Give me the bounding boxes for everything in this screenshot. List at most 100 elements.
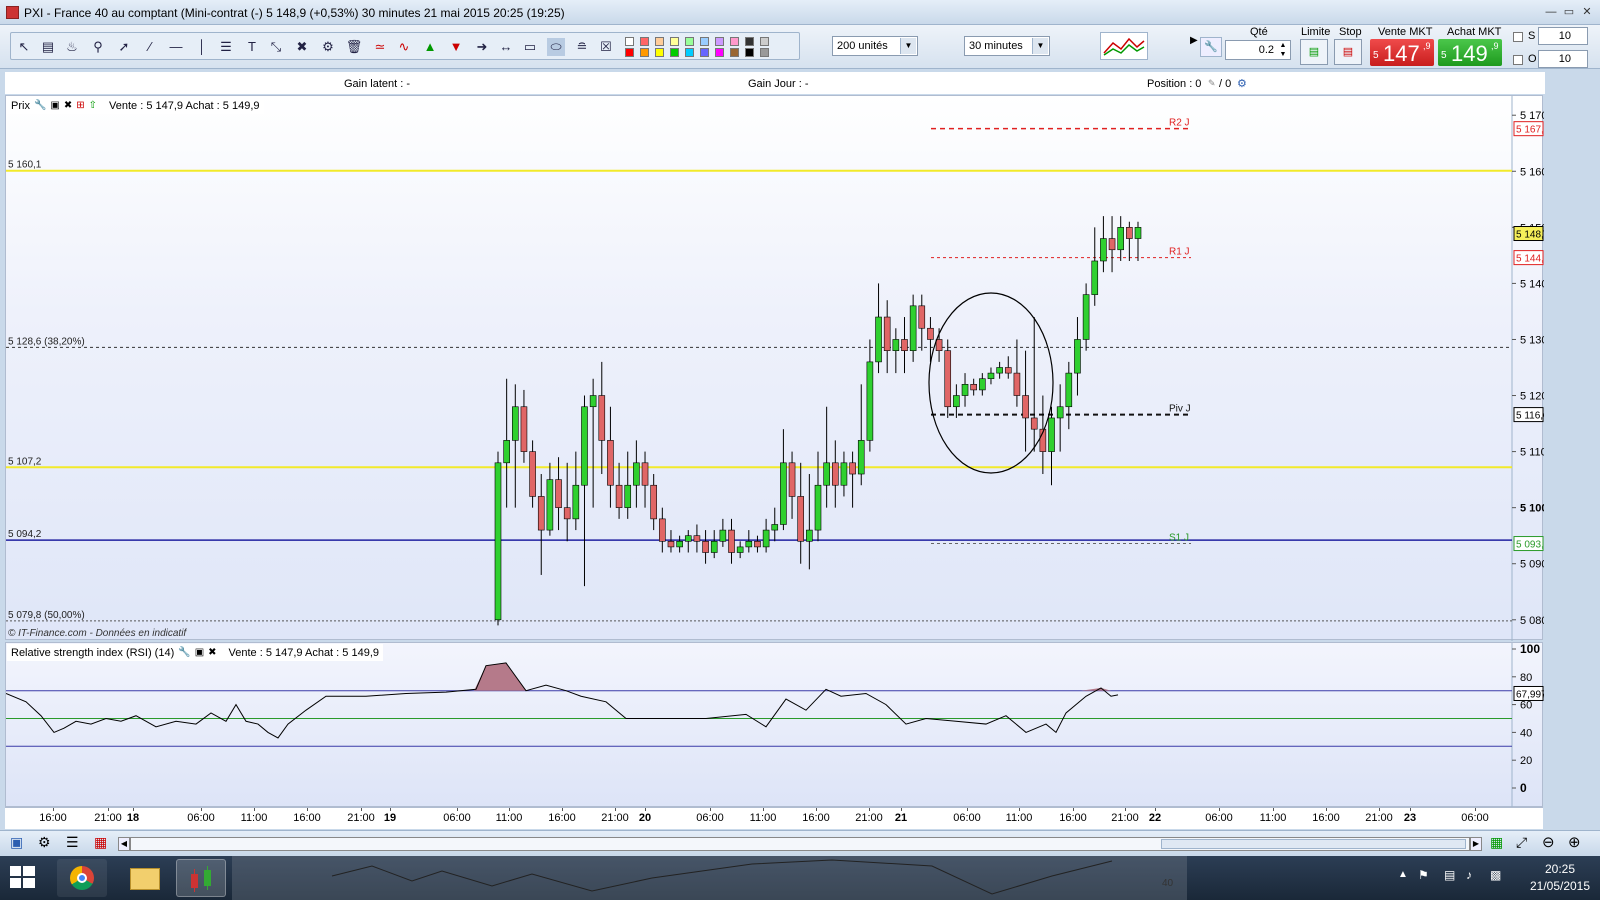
chart-window-icon[interactable]: ▣ [10, 834, 23, 851]
minimize-icon[interactable]: — [1544, 6, 1558, 18]
position-edit-icon[interactable]: ✎ [1208, 78, 1216, 89]
candle-body [875, 316, 882, 363]
s-checkbox[interactable] [1513, 32, 1523, 42]
candle-body [563, 507, 571, 520]
color-swatch[interactable] [625, 48, 634, 57]
maximize-icon[interactable]: ▭ [1562, 6, 1576, 18]
tray-app-icon[interactable]: ▩ [1490, 868, 1501, 882]
axis-tick-label: 5 130 [1520, 334, 1544, 346]
color-swatch[interactable] [700, 48, 709, 57]
pattern-icon[interactable]: ≃ [371, 38, 389, 56]
channel-tool-icon[interactable]: ∕ [141, 38, 159, 56]
chart-type-button[interactable] [1100, 32, 1148, 60]
zoom-icon[interactable]: ⚲ [89, 38, 107, 56]
color-swatch[interactable] [700, 37, 709, 46]
zoom-out-icon[interactable]: ⊖ [1542, 833, 1555, 851]
o-input[interactable]: 10 [1538, 50, 1588, 68]
fibonacci-icon[interactable]: ☰ [217, 38, 235, 56]
s-input[interactable]: 10 [1538, 27, 1588, 45]
gann-fan-icon[interactable]: ≘ [573, 38, 591, 56]
candle [979, 373, 986, 396]
candle-body [1022, 395, 1029, 419]
color-swatch[interactable] [685, 48, 694, 57]
collapse-arrow-icon[interactable]: ▶ [1190, 35, 1198, 57]
wrench-icon[interactable]: 🔧 [178, 647, 190, 658]
volume-icon[interactable]: ♪ [1466, 868, 1472, 882]
windows-start-icon[interactable] [10, 866, 36, 890]
flag-icon[interactable]: ⚑ [1418, 868, 1429, 882]
rsi-panel[interactable]: Relative strength index (RSI) (14) 🔧 ▣ ✖… [5, 642, 1544, 808]
color-swatch[interactable] [715, 48, 724, 57]
trash-icon[interactable]: 🗑 [345, 38, 363, 56]
eraser-icon[interactable]: ☒ [597, 38, 615, 56]
zoom-fit-icon[interactable]: ▦ [1490, 834, 1503, 851]
indicator-icon[interactable]: ⚙ [38, 834, 51, 851]
units-select[interactable]: 200 unités ▼ [832, 36, 918, 56]
color-swatch[interactable] [745, 48, 754, 57]
arrow-tool-icon[interactable]: ⤡ [267, 38, 285, 56]
close-circle-icon[interactable]: ✖ [208, 647, 216, 658]
ellipse-icon[interactable]: ⬭ [547, 38, 565, 56]
candle [901, 317, 908, 374]
scroll-left-button[interactable]: ◀ [118, 837, 130, 851]
sell-market-button[interactable]: 5 147 ,9 [1370, 39, 1434, 66]
tools-icon[interactable]: ⚙ [319, 38, 337, 56]
close-icon[interactable]: ✕ [1580, 6, 1594, 18]
zoom-in-icon[interactable]: ⊕ [1568, 833, 1581, 851]
color-swatch[interactable] [640, 37, 649, 46]
text-tool-icon[interactable]: T [243, 38, 261, 56]
cross-tool-icon[interactable]: ✖ [293, 38, 311, 56]
color-swatch[interactable] [745, 37, 754, 46]
stop-order-button[interactable]: ▤ [1334, 39, 1362, 65]
color-swatch[interactable] [670, 48, 679, 57]
color-swatch[interactable] [760, 37, 769, 46]
scrollbar-thumb[interactable] [1161, 839, 1466, 849]
drawing-list-icon[interactable]: ▦ [94, 834, 107, 851]
settings-gear-icon[interactable]: ⚙ [1237, 77, 1247, 90]
color-swatch[interactable] [670, 37, 679, 46]
wrench-icon[interactable]: 🔧 [1200, 37, 1222, 57]
color-swatch[interactable] [655, 37, 664, 46]
color-swatch[interactable] [625, 37, 634, 46]
cursor-icon[interactable]: ↖ [15, 38, 33, 56]
up-arrow-icon[interactable]: ▲ [421, 38, 439, 56]
line-tool-icon[interactable]: ➚ [115, 38, 133, 56]
candlestick-app-icon [191, 866, 211, 892]
window-icon[interactable]: ▣ [195, 647, 204, 658]
horizontal-line-icon[interactable]: — [167, 38, 185, 56]
price-badge-label: 5 116,6 [1516, 411, 1544, 422]
explorer-taskbar-button[interactable] [120, 859, 170, 897]
color-swatch[interactable] [730, 37, 739, 46]
color-swatch[interactable] [715, 37, 724, 46]
chrome-taskbar-button[interactable] [57, 859, 107, 897]
time-axis-tick [457, 808, 458, 811]
color-swatch[interactable] [730, 48, 739, 57]
vertical-line-icon[interactable]: │ [193, 38, 211, 56]
scroll-right-button[interactable]: ▶ [1470, 837, 1482, 851]
span-arrow-icon[interactable]: ↔ [497, 38, 515, 56]
network-icon[interactable]: ▤ [1444, 868, 1455, 882]
list-icon[interactable]: ☰ [66, 834, 79, 851]
limit-order-button[interactable]: ▤ [1300, 39, 1328, 65]
alert-bell-icon[interactable]: ♨ [63, 38, 81, 56]
color-swatch[interactable] [655, 48, 664, 57]
color-swatch[interactable] [760, 48, 769, 57]
qty-stepper[interactable]: ▲ ▼ [1276, 41, 1290, 59]
horizontal-scrollbar[interactable] [130, 837, 1470, 851]
tray-expand-icon[interactable]: ▲ [1398, 869, 1408, 880]
right-arrow-icon[interactable]: ➜ [473, 38, 491, 56]
color-swatch[interactable] [640, 48, 649, 57]
trading-app-taskbar-button[interactable] [176, 859, 226, 897]
rectangle-icon[interactable]: ▭ [521, 38, 539, 56]
rsi-panel-label: Relative strength index (RSI) (14) [11, 646, 175, 659]
zigzag-icon[interactable]: ∿ [395, 38, 413, 56]
ruler-icon[interactable]: ▤ [39, 38, 57, 56]
candle-body [935, 339, 943, 351]
o-checkbox[interactable] [1513, 55, 1523, 65]
price-chart-panel[interactable]: Prix 🔧 ▣ ✖ ⊞ ⇧ Vente : 5 147,9 Achat : 5… [5, 95, 1544, 641]
down-arrow-icon[interactable]: ▼ [447, 38, 465, 56]
interval-select[interactable]: 30 minutes ▼ [964, 36, 1050, 56]
color-swatch[interactable] [685, 37, 694, 46]
buy-market-button[interactable]: 5 149 ,9 [1438, 39, 1502, 66]
fullscreen-icon[interactable]: ⤢ [1516, 834, 1527, 851]
